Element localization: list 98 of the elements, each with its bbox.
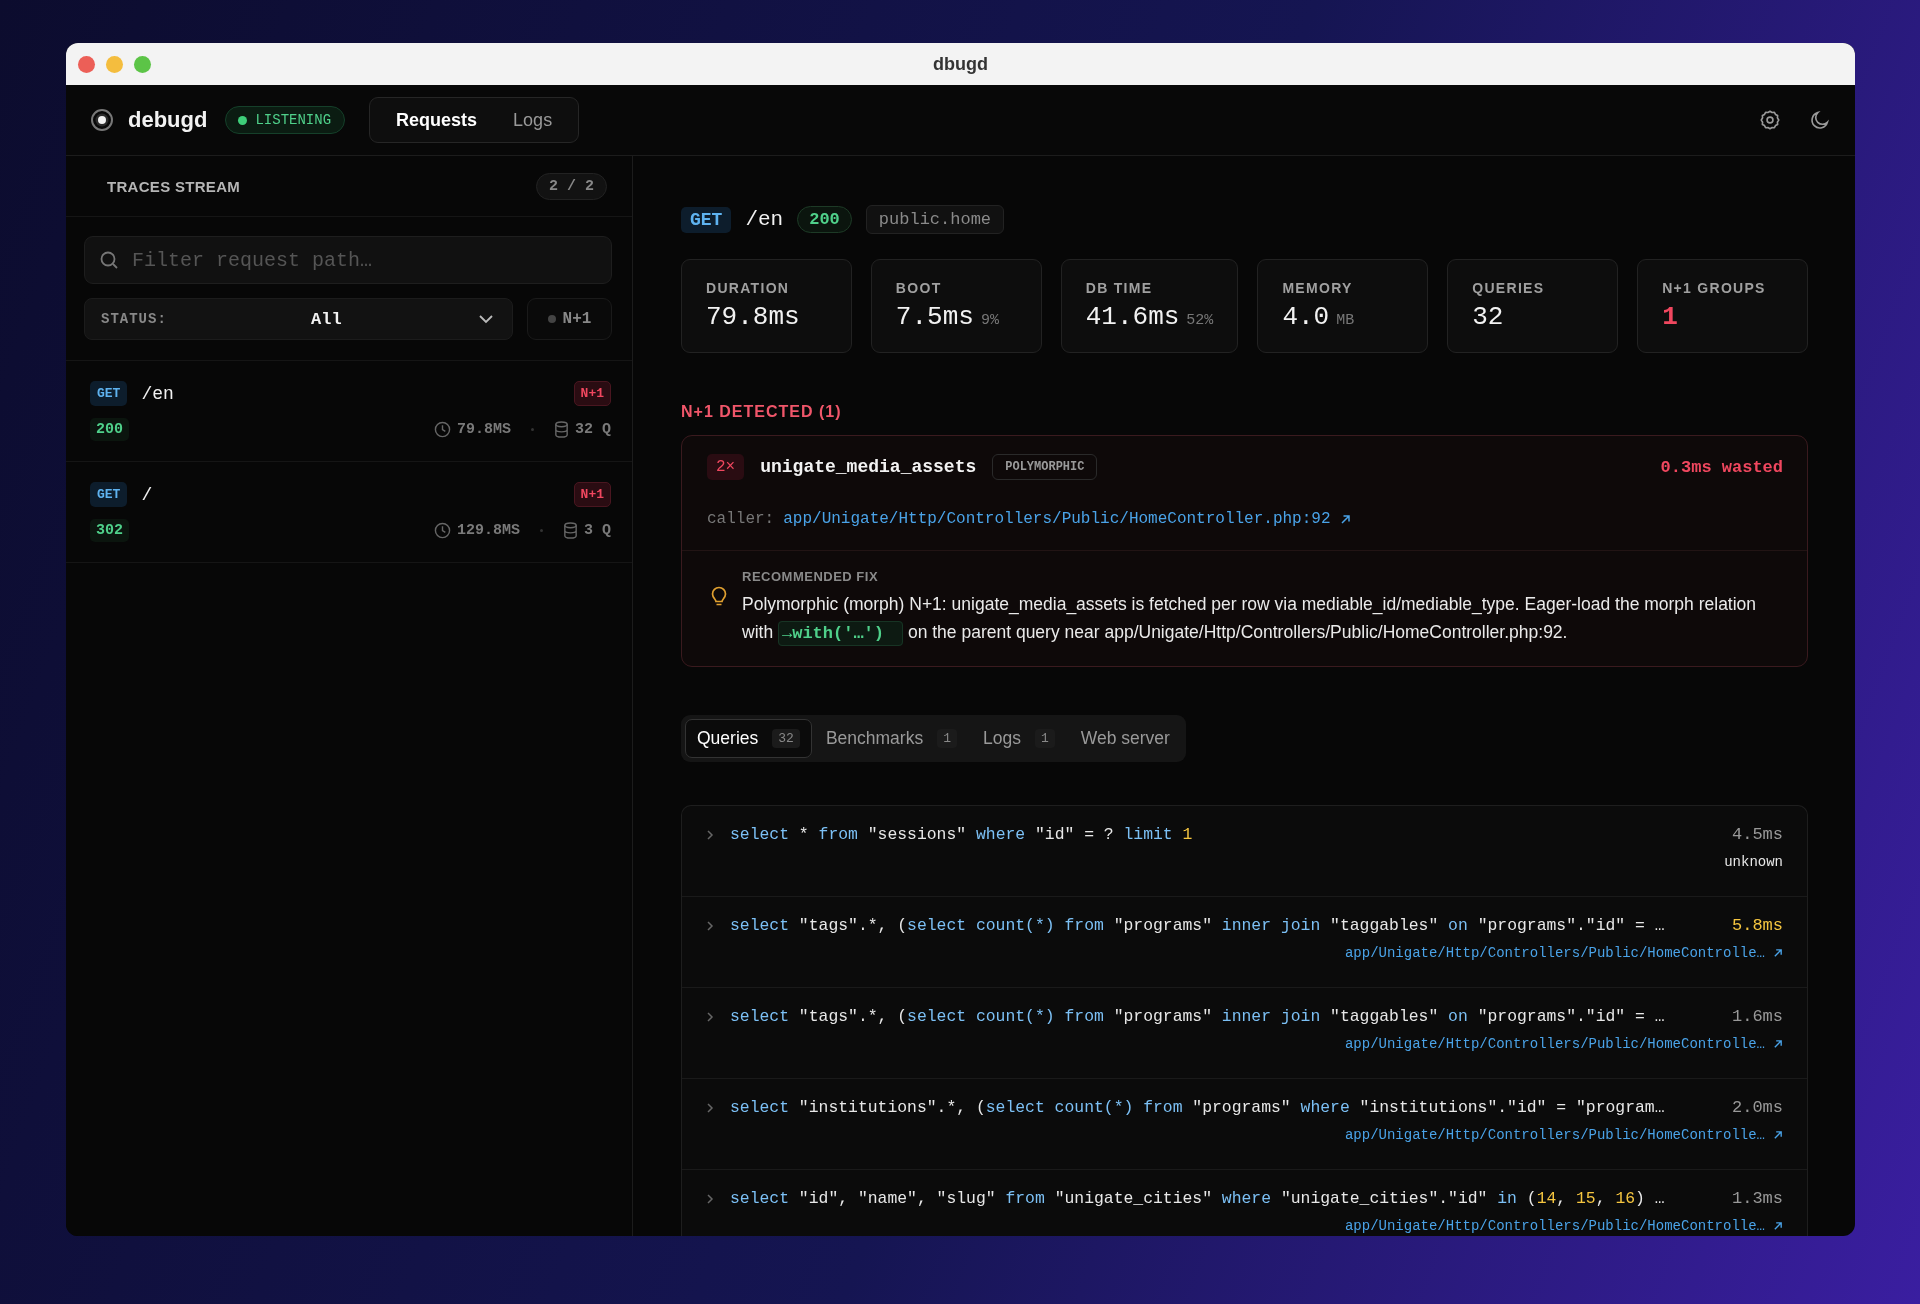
status-code: 200 — [797, 206, 852, 233]
status-code: 302 — [90, 519, 129, 542]
duration: 129.8MS — [456, 522, 520, 539]
repeat-badge: 2× — [707, 454, 745, 480]
status-badge: LISTENING — [225, 106, 346, 134]
type-tag: POLYMORPHIC — [992, 454, 1098, 480]
search-field[interactable]: Filter request path… — [84, 236, 612, 284]
query-row[interactable]: select "tags".*, (select count(*) from "programs" inner join "taggables" on "programs"."id" = … 5.8ms app/Unigate/Http/Controllers/Public/HomeControlle… — [682, 897, 1807, 988]
maximize-button[interactable] — [134, 56, 151, 73]
database-icon — [554, 421, 569, 438]
stat-label: N+1 GROUPS — [1662, 280, 1767, 296]
count-badge: 2 / 2 — [536, 172, 607, 200]
request-item[interactable]: GET / N+1 302 129.8MS 3 Q — [66, 462, 632, 563]
query-count: 3 Q — [584, 522, 611, 539]
stat-value: 79.8ms — [706, 302, 800, 332]
settings-icon[interactable] — [1759, 109, 1781, 131]
clock-icon — [433, 522, 451, 539]
stat-label: BOOT — [895, 280, 943, 296]
method-badge: GET — [90, 482, 128, 507]
stat-value: 7.5ms — [895, 302, 974, 332]
external-link-icon — [1339, 513, 1351, 525]
fix-description: Polymorphic (morph) N+1: unigate_media_assets is fetched per row via mediable_id/mediable_type. Eager-load the morph relation with →with('…') on the parent query near app/Unigate/Http/Controllers/Public/HomeController.php:92. — [742, 590, 1782, 648]
clock-icon — [433, 421, 451, 438]
status-code: 200 — [90, 418, 129, 441]
source-link[interactable]: app/Unigate/Http/Controllers/Public/HomeControlle… — [1344, 1127, 1765, 1143]
table-name: unigate_media_assets — [760, 457, 977, 477]
window-title: dbugd — [933, 53, 988, 75]
query-time: 1.6ms — [1732, 1007, 1783, 1026]
stat-label: QUERIES — [1472, 280, 1546, 296]
request-path: /en — [745, 208, 784, 231]
source-link[interactable]: app/Unigate/Http/Controllers/Public/HomeControlle… — [1344, 1218, 1765, 1234]
wasted-time: 0.3ms wasted — [1660, 457, 1783, 477]
detail-tab[interactable]: Web server — [1068, 719, 1182, 758]
source-label: unknown — [1724, 854, 1783, 870]
query-time: 5.8ms — [1732, 916, 1783, 935]
source-link[interactable]: app/Unigate/Http/Controllers/Public/HomeControlle… — [1344, 945, 1765, 961]
query-time: 2.0ms — [1732, 1098, 1783, 1117]
external-link-icon — [1773, 1130, 1783, 1140]
n1-toggle[interactable]: N+1 — [527, 298, 612, 340]
request-path: /en — [141, 383, 175, 404]
query-row[interactable]: select "id", "name", "slug" from "unigate_cities" where "unigate_cities"."id" in (14, 15, 16) … 1.3ms app/Unigate/Http/Controllers/Public/HomeControlle… — [682, 1170, 1807, 1236]
route-name: public.home — [865, 205, 1005, 234]
stat-label: DB TIME — [1085, 280, 1154, 296]
query-row[interactable]: select "tags".*, (select count(*) from "programs" inner join "taggables" on "programs"."id" = … 1.6ms app/Unigate/Http/Controllers/Public/HomeControlle… — [682, 988, 1807, 1079]
chevron-right-icon — [706, 1101, 714, 1114]
database-icon — [563, 522, 578, 539]
query-count: 32 Q — [575, 421, 611, 438]
stat-value: 4.0 — [1282, 302, 1330, 332]
detail-tab[interactable]: Benchmarks 1 — [813, 719, 969, 758]
stat-unit: MB — [1336, 312, 1355, 329]
external-link-icon — [1773, 948, 1783, 958]
close-button[interactable] — [78, 56, 95, 73]
nav-tab[interactable]: Logs — [495, 101, 571, 139]
external-link-icon — [1773, 1221, 1783, 1231]
panel-title: TRACES STREAM — [107, 177, 241, 195]
caller-label: caller: — [707, 510, 775, 528]
sql-query: select "tags".*, (select count(*) from "programs" inner join "taggables" on "programs"."id" = … — [730, 916, 1666, 935]
stat-value: 32 — [1472, 302, 1504, 332]
nav-tab[interactable]: Requests — [378, 101, 496, 139]
request-path: / — [141, 484, 154, 505]
chevron-right-icon — [706, 919, 714, 932]
sql-query: select "id", "name", "slug" from "unigate_cities" where "unigate_cities"."id" in (14, 15, 16) … — [730, 1189, 1666, 1208]
logo-icon — [91, 109, 113, 131]
detail-tab[interactable]: Logs 1 — [970, 719, 1067, 758]
duration: 79.8MS — [456, 421, 511, 438]
stat-value: 1 — [1662, 302, 1678, 332]
section-heading: N+1 DETECTED (1) — [681, 403, 843, 421]
fix-label: RECOMMENDED FIX — [742, 569, 880, 584]
moon-icon[interactable] — [1809, 109, 1831, 131]
lightbulb-icon — [710, 585, 728, 607]
n1-badge: N+1 — [573, 482, 611, 507]
stat-value: 41.6ms — [1085, 302, 1180, 332]
caller-link[interactable]: app/Unigate/Http/Controllers/Public/HomeController.php:92 — [783, 510, 1331, 528]
stat-label: MEMORY — [1282, 280, 1354, 296]
query-row[interactable]: select * from "sessions" where "id" = ? limit 1 4.5ms unknown — [682, 806, 1807, 897]
chevron-right-icon — [706, 1192, 714, 1205]
inline-code: →with('…') — [778, 621, 904, 646]
minimize-button[interactable] — [106, 56, 123, 73]
stat-unit: 9% — [980, 312, 999, 329]
source-link[interactable]: app/Unigate/Http/Controllers/Public/HomeControlle… — [1344, 1036, 1765, 1052]
method-badge: GET — [681, 206, 732, 233]
sql-query: select "institutions".*, (select count(*) from "programs" where "institutions"."id" = "program… — [730, 1098, 1666, 1117]
chevron-right-icon — [706, 828, 714, 841]
detail-tab[interactable]: Queries 32 — [685, 719, 812, 758]
status-dropdown[interactable]: STATUS: All — [84, 298, 513, 340]
app-name: debugd — [128, 107, 208, 133]
stat-unit: 52% — [1186, 312, 1214, 329]
method-badge: GET — [90, 381, 128, 406]
external-link-icon — [1773, 1039, 1783, 1049]
sql-query: select "tags".*, (select count(*) from "programs" inner join "taggables" on "programs"."id" = … — [730, 1007, 1666, 1026]
request-item[interactable]: GET /en N+1 200 79.8MS 32 Q — [66, 361, 632, 462]
sql-query: select * from "sessions" where "id" = ? limit 1 — [730, 825, 1194, 844]
stat-label: DURATION — [706, 280, 791, 296]
query-time: 4.5ms — [1732, 825, 1783, 844]
query-row[interactable]: select "institutions".*, (select count(*) from "programs" where "institutions"."id" = "program… 2.0ms app/Unigate/Http/Controllers/Public/HomeControlle… — [682, 1079, 1807, 1170]
n1-badge: N+1 — [573, 381, 611, 406]
chevron-right-icon — [706, 1010, 714, 1023]
query-time: 1.3ms — [1732, 1189, 1783, 1208]
